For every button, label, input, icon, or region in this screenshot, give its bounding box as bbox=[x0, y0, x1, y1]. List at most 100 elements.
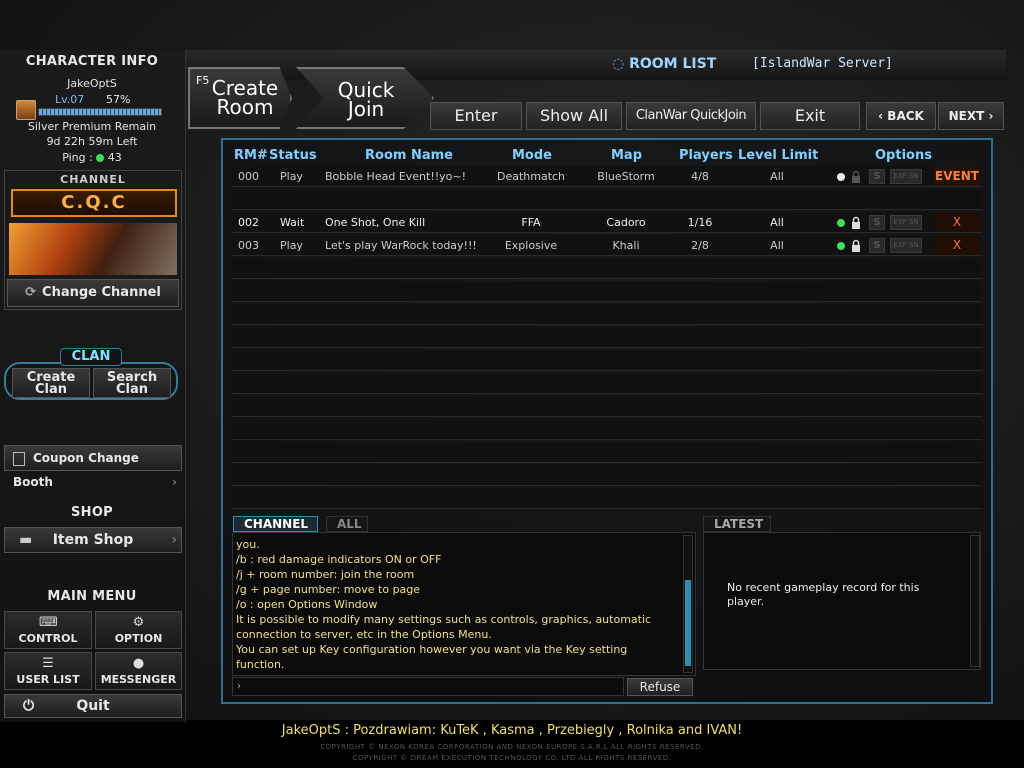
create-clan-button[interactable]: Create Clan bbox=[12, 368, 90, 398]
exp-option-icon: EXP SN bbox=[890, 215, 922, 230]
table-row-empty bbox=[232, 327, 982, 348]
online-dot-icon bbox=[837, 242, 845, 250]
close-icon[interactable]: X bbox=[934, 235, 980, 255]
header-room-name: Room Name bbox=[365, 148, 453, 163]
gear-icon: ⚙ bbox=[132, 615, 145, 630]
user-list-button[interactable]: ☰ USER LIST bbox=[4, 652, 92, 690]
header-level-limit: Level Limit bbox=[738, 148, 819, 163]
header-options: Options bbox=[875, 148, 932, 163]
channel-image bbox=[9, 223, 177, 275]
clanwar-quickjoin-button[interactable]: ClanWar QuickJoin bbox=[626, 102, 756, 130]
search-clan-button[interactable]: Search Clan bbox=[93, 368, 171, 398]
tab-channel[interactable]: CHANNEL bbox=[233, 516, 318, 532]
table-row[interactable]: 000 Play Bobble Head Event!!yo~! Deathma… bbox=[232, 166, 982, 187]
xp-bar bbox=[38, 108, 162, 116]
header-mode: Mode bbox=[512, 148, 552, 163]
chat-line: you. bbox=[236, 538, 260, 551]
table-row-empty bbox=[232, 304, 982, 325]
table-row-empty bbox=[232, 281, 982, 302]
messenger-button[interactable]: ● MESSENGER bbox=[95, 652, 182, 690]
table-row-empty bbox=[232, 442, 982, 463]
table-row[interactable]: 003 Play Let's play WarRock today!!! Exp… bbox=[232, 235, 982, 256]
premium-remain: 9d 22h 59m Left bbox=[46, 135, 138, 148]
table-row[interactable]: 002 Wait One Shot, One Kill FFA Cadoro 1… bbox=[232, 212, 982, 233]
back-button[interactable]: ‹ BACK bbox=[866, 102, 936, 130]
character-level: Lv.07 bbox=[55, 93, 85, 106]
gun-icon: ▬ bbox=[19, 532, 33, 548]
quit-button[interactable]: ⏻ Quit bbox=[4, 694, 182, 718]
power-icon: ⏻ bbox=[23, 698, 35, 714]
table-row-empty bbox=[232, 488, 982, 509]
exp-option-icon: EXP SN bbox=[890, 238, 922, 253]
table-row-empty bbox=[232, 465, 982, 486]
character-info-title: CHARACTER INFO bbox=[25, 54, 159, 69]
enter-button[interactable]: Enter bbox=[430, 102, 522, 130]
lock-icon bbox=[852, 239, 860, 252]
table-row-empty bbox=[232, 258, 982, 279]
chevron-right-icon: › bbox=[171, 532, 177, 548]
channel-title: CHANNEL bbox=[60, 173, 126, 186]
table-row-empty bbox=[232, 189, 982, 210]
option-button[interactable]: ⚙ OPTION bbox=[95, 611, 182, 649]
chat-line: /o : open Options Window bbox=[236, 598, 378, 611]
latest-scrollbar[interactable] bbox=[970, 535, 980, 667]
latest-panel: No recent gameplay record for this playe… bbox=[703, 532, 981, 670]
header-map: Map bbox=[611, 148, 643, 163]
rank-icon bbox=[16, 100, 36, 120]
latest-message: No recent gameplay record for this playe… bbox=[727, 581, 920, 608]
lock-icon bbox=[852, 170, 860, 183]
notice-message: JakeOptS : Pozdrawiam: KuTeK , Kasma , P… bbox=[281, 723, 743, 738]
table-row-empty bbox=[232, 373, 982, 394]
user-icon: ● bbox=[132, 656, 145, 671]
chat-line: It is possible to modify many settings s… bbox=[236, 613, 652, 626]
chat-log: you. /b : red damage indicators ON or OF… bbox=[232, 532, 696, 676]
table-row-empty bbox=[232, 350, 982, 371]
change-channel-button[interactable]: ⟳ Change Channel bbox=[7, 279, 179, 307]
keyboard-icon: ⌨ bbox=[39, 615, 58, 630]
create-room-button[interactable]: F5 Create Room bbox=[188, 67, 292, 129]
header-players: Players bbox=[679, 148, 733, 163]
control-button[interactable]: ⌨ CONTROL bbox=[4, 611, 92, 649]
refresh-icon: ⟳ bbox=[25, 285, 37, 300]
table-row-empty bbox=[232, 419, 982, 440]
coupon-icon bbox=[13, 451, 25, 466]
exit-button[interactable]: Exit bbox=[760, 102, 860, 130]
chevron-left-icon: ‹ bbox=[878, 109, 884, 123]
copyright-line: COPYRIGHT © NEXON KOREA CORPORATION AND … bbox=[320, 743, 704, 751]
room-list-title: ◌ ROOM LIST bbox=[612, 56, 717, 72]
close-icon[interactable]: X bbox=[934, 212, 980, 232]
table-row-empty bbox=[232, 396, 982, 417]
chevron-right-icon: › bbox=[988, 109, 994, 123]
event-badge: EVENT bbox=[934, 166, 980, 186]
copyright-line: COPYRIGHT © DREAM EXECUTION TECHNOLOGY C… bbox=[352, 754, 672, 762]
character-xp-percent: 57% bbox=[106, 93, 131, 106]
status-dot-icon bbox=[837, 173, 845, 181]
chat-line: function. bbox=[236, 658, 285, 671]
chat-line: /b : red damage indicators ON or OFF bbox=[236, 553, 442, 566]
ping-dot-icon bbox=[96, 154, 105, 162]
clan-title: CLAN bbox=[60, 348, 122, 366]
s-option-icon: S bbox=[869, 169, 885, 184]
server-name: [IslandWar Server] bbox=[752, 56, 893, 71]
spinner-icon: ◌ bbox=[612, 56, 625, 72]
show-all-button[interactable]: Show All bbox=[526, 102, 622, 130]
item-shop-button[interactable]: ▬ Item Shop › bbox=[4, 527, 182, 553]
chat-scrollbar[interactable] bbox=[683, 535, 693, 673]
s-option-icon: S bbox=[869, 238, 885, 253]
next-button[interactable]: NEXT › bbox=[938, 102, 1004, 130]
exp-option-icon: EXP SN bbox=[890, 169, 922, 184]
refuse-button[interactable]: Refuse bbox=[627, 678, 693, 696]
caret-icon: › bbox=[237, 681, 241, 692]
character-name: JakeOptS bbox=[67, 77, 117, 90]
tab-all[interactable]: ALL bbox=[326, 516, 368, 532]
online-dot-icon bbox=[837, 219, 845, 227]
chat-line: /j + room number: join the room bbox=[236, 568, 415, 581]
coupon-change-booth-button[interactable]: Coupon Change Booth › bbox=[4, 445, 182, 489]
chat-scroll-thumb[interactable] bbox=[685, 580, 691, 666]
header-status: Status bbox=[269, 148, 317, 163]
chat-line: /g + page number: move to page bbox=[236, 583, 421, 596]
chevron-right-icon: › bbox=[172, 475, 177, 489]
main-menu-title: MAIN MENU bbox=[47, 589, 137, 604]
list-icon: ☰ bbox=[42, 656, 54, 671]
chat-input[interactable]: › bbox=[232, 677, 624, 696]
